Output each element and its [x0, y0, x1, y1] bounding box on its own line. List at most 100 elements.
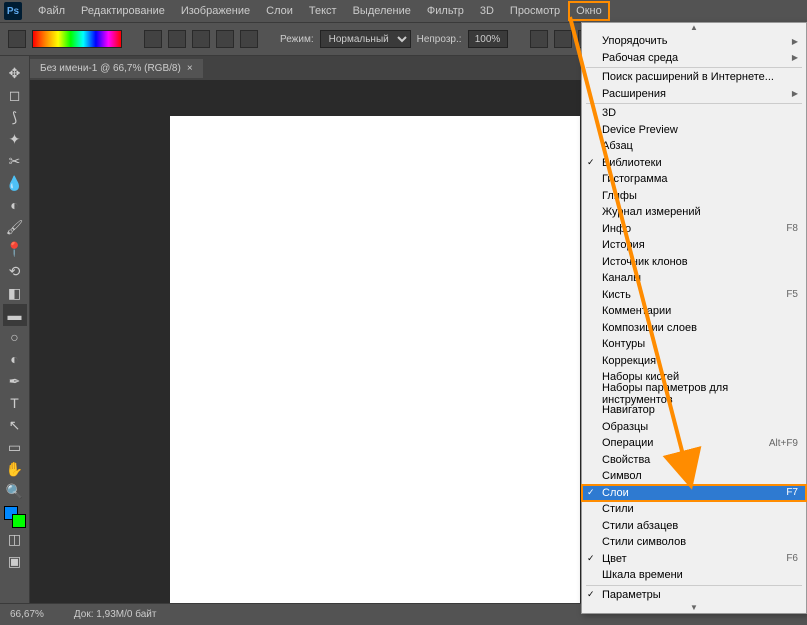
menu-item-символ[interactable]: Символ [582, 468, 806, 485]
menu-item-цвет[interactable]: ✓ЦветF6 [582, 551, 806, 568]
menu-text[interactable]: Текст [301, 1, 345, 21]
menu-edit[interactable]: Редактирование [73, 1, 173, 21]
menu-file[interactable]: Файл [30, 1, 73, 21]
menu-layers[interactable]: Слои [258, 1, 301, 21]
menu-item-3d[interactable]: 3D [582, 105, 806, 122]
tool-pen[interactable]: ✒ [3, 370, 27, 392]
tool-spot-heal[interactable]: ◐ [3, 194, 27, 216]
opacity-input[interactable] [468, 30, 508, 48]
tool-preset-icon[interactable] [8, 30, 26, 48]
menu-item-журнал-измерений[interactable]: Журнал измерений [582, 204, 806, 221]
document-tab[interactable]: Без имени-1 @ 66,7% (RGB/8) × [30, 59, 203, 78]
menu-item-label: Каналы [602, 272, 641, 284]
menu-item-история[interactable]: История [582, 237, 806, 254]
scroll-up-icon[interactable]: ▲ [582, 23, 806, 33]
opt-dither-icon[interactable] [554, 30, 572, 48]
tool-eraser[interactable]: ◧ [3, 282, 27, 304]
menu-item-кисть[interactable]: КистьF5 [582, 287, 806, 304]
menu-image[interactable]: Изображение [173, 1, 258, 21]
tool-quickmask[interactable]: ◫ [3, 528, 27, 550]
tool-dodge[interactable]: ◐ [3, 348, 27, 370]
menu-item-стили-абзацев[interactable]: Стили абзацев [582, 518, 806, 535]
menu-separator [586, 103, 802, 104]
gradient-linear-icon[interactable] [144, 30, 162, 48]
menu-item-поиск-расширений-в-интернете-[interactable]: Поиск расширений в Интернете... [582, 69, 806, 86]
menu-item-глифы[interactable]: Глифы [582, 188, 806, 205]
menu-item-гистограмма[interactable]: Гистограмма [582, 171, 806, 188]
tool-crop[interactable]: ✂ [3, 150, 27, 172]
tool-hand[interactable]: ✋ [3, 458, 27, 480]
tool-gradient[interactable]: ▬ [3, 304, 27, 326]
tool-screenmode[interactable]: ▣ [3, 550, 27, 572]
menu-item-label: Device Preview [602, 124, 678, 136]
menu-item-каналы[interactable]: Каналы [582, 270, 806, 287]
menu-item-коррекция[interactable]: Коррекция [582, 353, 806, 370]
tool-marquee[interactable]: ◻ [3, 84, 27, 106]
tool-lasso[interactable]: ⟆ [3, 106, 27, 128]
tool-move[interactable]: ✥ [3, 62, 27, 84]
menu-item-label: Кисть [602, 289, 631, 301]
tool-wand[interactable]: ✦ [3, 128, 27, 150]
menu-item-рабочая-среда[interactable]: Рабочая среда▶ [582, 50, 806, 67]
tool-eyedropper[interactable]: 💧 [3, 172, 27, 194]
menu-item-композиции-слоев[interactable]: Композиции слоев [582, 320, 806, 337]
menu-item-абзац[interactable]: Абзац [582, 138, 806, 155]
menu-item-библиотеки[interactable]: ✓Библиотеки [582, 155, 806, 172]
menu-item-контуры[interactable]: Контуры [582, 336, 806, 353]
menu-item-операции[interactable]: ОперацииAlt+F9 [582, 435, 806, 452]
menu-filter[interactable]: Фильтр [419, 1, 472, 21]
menu-item-источник-клонов[interactable]: Источник клонов [582, 254, 806, 271]
menu-item-label: Гистограмма [602, 173, 668, 185]
shortcut-label: F7 [786, 487, 798, 498]
menu-item-label: Стили символов [602, 536, 686, 548]
mode-select[interactable]: Нормальный [320, 30, 411, 48]
menu-item-label: Шкала времени [602, 569, 683, 581]
gradient-reflected-icon[interactable] [216, 30, 234, 48]
tool-type[interactable]: T [3, 392, 27, 414]
zoom-level[interactable]: 66,67% [10, 609, 44, 620]
gradient-angle-icon[interactable] [192, 30, 210, 48]
gradient-diamond-icon[interactable] [240, 30, 258, 48]
menu-item-стили[interactable]: Стили [582, 501, 806, 518]
menu-item-инфо[interactable]: ИнфоF8 [582, 221, 806, 238]
tool-stamp[interactable]: 📍 [3, 238, 27, 260]
gradient-radial-icon[interactable] [168, 30, 186, 48]
tool-zoom[interactable]: 🔍 [3, 480, 27, 502]
shortcut-label: Alt+F9 [769, 438, 798, 449]
menu-item-стили-символов[interactable]: Стили символов [582, 534, 806, 551]
check-icon: ✓ [587, 553, 595, 564]
color-swatches[interactable] [4, 506, 26, 524]
menu-window[interactable]: Окно [568, 1, 610, 21]
menu-item-label: Упорядочить [602, 35, 667, 47]
menu-item-свойства[interactable]: Свойства [582, 452, 806, 469]
menu-item-device-preview[interactable]: Device Preview [582, 122, 806, 139]
tool-path[interactable]: ↖ [3, 414, 27, 436]
menu-item-навигатор[interactable]: Навигатор [582, 402, 806, 419]
tool-shape[interactable]: ▭ [3, 436, 27, 458]
menu-item-комментарии[interactable]: Комментарии [582, 303, 806, 320]
menu-item-шкала-времени[interactable]: Шкала времени [582, 567, 806, 584]
tool-history-brush[interactable]: ⟲ [3, 260, 27, 282]
menu-item-наборы-параметров-для-инструментов[interactable]: Наборы параметров для инструментов [582, 386, 806, 403]
menu-3d[interactable]: 3D [472, 1, 502, 21]
menu-item-label: Контуры [602, 338, 645, 350]
tool-brush[interactable]: 🖌 [3, 216, 27, 238]
menu-item-параметры[interactable]: ✓Параметры [582, 587, 806, 604]
submenu-arrow-icon: ▶ [792, 89, 798, 98]
menu-item-label: Библиотеки [602, 157, 662, 169]
tab-close-icon[interactable]: × [187, 63, 193, 74]
menu-item-упорядочить[interactable]: Упорядочить▶ [582, 33, 806, 50]
menu-select[interactable]: Выделение [345, 1, 419, 21]
menu-item-образцы[interactable]: Образцы [582, 419, 806, 436]
menu-item-расширения[interactable]: Расширения▶ [582, 86, 806, 103]
gradient-preview[interactable] [32, 30, 122, 48]
canvas[interactable] [170, 116, 580, 616]
menu-view[interactable]: Просмотр [502, 1, 568, 21]
scroll-down-icon[interactable]: ▼ [582, 603, 806, 613]
tool-blur[interactable]: ○ [3, 326, 27, 348]
menu-item-слои[interactable]: ✓СлоиF7 [582, 485, 806, 502]
menu-item-label: Поиск расширений в Интернете... [602, 71, 774, 83]
background-color[interactable] [12, 514, 26, 528]
opt-reverse-icon[interactable] [530, 30, 548, 48]
menu-item-label: Параметры [602, 589, 661, 601]
